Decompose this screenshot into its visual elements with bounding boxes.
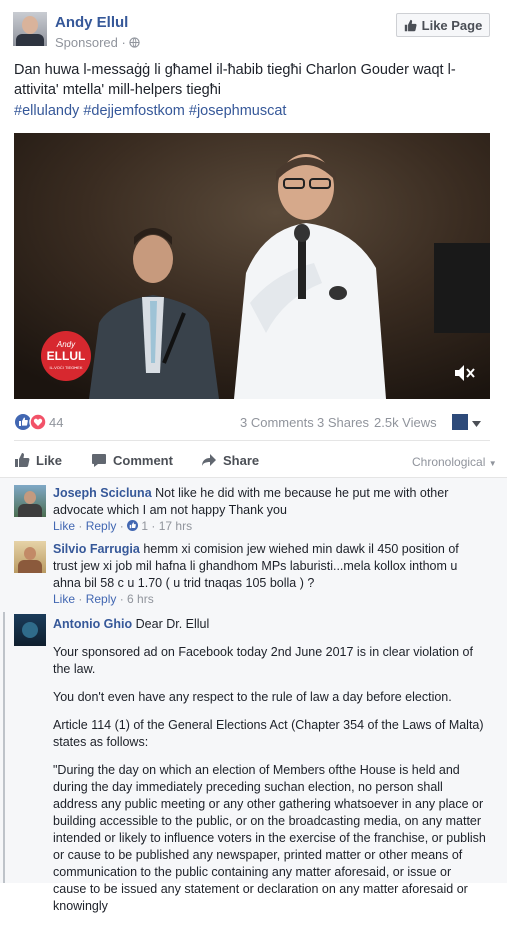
comment-icon bbox=[92, 454, 106, 467]
comment-body: Joseph Scicluna Not like he did with me … bbox=[53, 485, 483, 519]
like-button[interactable]: Like bbox=[14, 452, 62, 468]
reaction-icons[interactable] bbox=[14, 413, 48, 436]
sponsored-label: Sponsored · bbox=[55, 35, 141, 50]
sponsored-text[interactable]: Sponsored · bbox=[55, 35, 129, 50]
comment-reply-link[interactable]: Reply bbox=[86, 519, 117, 533]
divider bbox=[0, 477, 507, 478]
share-button[interactable]: Share bbox=[201, 452, 259, 468]
comment-author[interactable]: Antonio Ghio bbox=[53, 617, 132, 631]
comment-label: Comment bbox=[113, 452, 173, 468]
video-logo-line1: Andy bbox=[56, 340, 76, 349]
comment-paragraph: Article 114 (1) of the General Elections… bbox=[53, 718, 484, 749]
comment-like-link[interactable]: Like bbox=[53, 592, 75, 606]
comment-text: Dear Dr. Ellul bbox=[135, 617, 210, 631]
video-player[interactable]: Andy ELLUL IL-VOĊI TIEGĦEK bbox=[14, 133, 490, 399]
avatar[interactable] bbox=[14, 614, 46, 646]
share-arrow-icon bbox=[202, 454, 216, 466]
comment-body: Antonio Ghio Dear Dr. Ellul Your sponsor… bbox=[53, 616, 487, 926]
comment-button[interactable]: Comment bbox=[91, 452, 173, 468]
globe-icon bbox=[129, 37, 141, 48]
post-hashtags[interactable]: #ellulandy #dejjemfostkom #josephmuscat bbox=[14, 103, 286, 119]
viewer-avatar[interactable] bbox=[452, 414, 468, 430]
comment-paragraph: You don't even have any respect to the r… bbox=[53, 690, 452, 704]
comment-time[interactable]: 17 hrs bbox=[159, 519, 192, 533]
avatar[interactable] bbox=[14, 541, 46, 573]
comment-like-link[interactable]: Like bbox=[53, 519, 75, 533]
like-page-label: Like Page bbox=[421, 17, 483, 33]
thumb-up-icon bbox=[15, 453, 30, 467]
page-avatar[interactable] bbox=[13, 12, 47, 46]
views-count[interactable]: 2.5k Views bbox=[374, 415, 437, 430]
caret-down-icon[interactable] bbox=[472, 421, 481, 427]
comment-author[interactable]: Joseph Scicluna bbox=[53, 486, 152, 500]
comment-time[interactable]: 6 hrs bbox=[127, 592, 154, 606]
video-logo-line2: ELLUL bbox=[47, 349, 86, 363]
comments-count[interactable]: 3 Comments bbox=[240, 415, 314, 430]
like-label: Like bbox=[36, 452, 63, 468]
comment-sort-dropdown[interactable]: Chronological ▼ bbox=[412, 455, 497, 469]
page-name[interactable]: Andy Ellul bbox=[55, 14, 128, 31]
sort-label: Chronological bbox=[412, 455, 486, 469]
thumb-up-icon bbox=[404, 19, 417, 31]
comment-like-count[interactable]: 1 bbox=[141, 519, 148, 533]
comment-author[interactable]: Silvio Farrugia bbox=[53, 542, 140, 556]
video-frame: Andy ELLUL IL-VOĊI TIEGĦEK bbox=[14, 133, 490, 399]
share-label: Share bbox=[223, 452, 260, 468]
divider bbox=[14, 440, 490, 441]
video-logo-line3: IL-VOĊI TIEGĦEK bbox=[49, 365, 82, 370]
comment-meta: Like · Reply · 1 · 17 hrs bbox=[53, 519, 193, 533]
thread-line bbox=[3, 612, 5, 883]
comment-paragraph: "During the day on which an election of … bbox=[53, 763, 486, 913]
like-page-button[interactable]: Like Page bbox=[396, 13, 490, 37]
caret-down-icon: ▼ bbox=[488, 459, 497, 468]
post-text: Dan huwa l-messaġġ li għamel il-ħabib ti… bbox=[14, 62, 456, 98]
avatar[interactable] bbox=[14, 485, 46, 517]
reactions-count[interactable]: 44 bbox=[49, 415, 63, 430]
thumb-up-icon bbox=[127, 520, 139, 531]
thumb-up-icon bbox=[15, 413, 47, 431]
comment-body: Silvio Farrugia hemm xi comision jew wie… bbox=[53, 541, 485, 592]
shares-count[interactable]: 3 Shares bbox=[317, 415, 369, 430]
comment-paragraph: Your sponsored ad on Facebook today 2nd … bbox=[53, 645, 473, 676]
comment-reply-link[interactable]: Reply bbox=[86, 592, 117, 606]
comment-meta: Like · Reply · 6 hrs bbox=[53, 592, 154, 606]
